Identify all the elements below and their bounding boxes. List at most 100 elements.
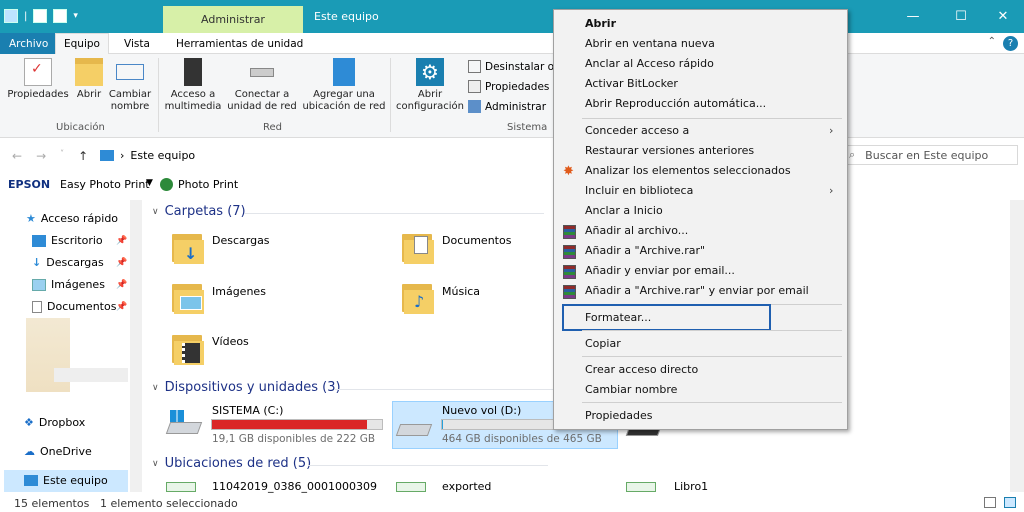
recent-chevron-icon[interactable]: ˅ xyxy=(60,149,64,163)
tab-equipo[interactable]: Equipo xyxy=(55,33,109,55)
drive-name[interactable]: SISTEMA (C:) xyxy=(212,404,283,417)
conectar-unidad-red-button[interactable]: Conectar a unidad de red xyxy=(226,58,298,113)
group-header-dispositivos[interactable]: ∨ Dispositivos y unidades (3) xyxy=(152,380,341,395)
large-icons-view-icon[interactable] xyxy=(1004,497,1016,508)
new-folder-icon[interactable] xyxy=(53,9,68,23)
excel-file-icon[interactable] xyxy=(396,482,426,492)
group-header-label: Dispositivos y unidades (3) xyxy=(164,380,341,395)
sidebar-item-descargas[interactable]: ↓ Descargas xyxy=(32,256,104,269)
menu-item-formatear[interactable]: Formatear... xyxy=(585,311,651,324)
close-button[interactable]: ✕ xyxy=(980,0,1024,33)
folder-name[interactable]: Música xyxy=(442,285,480,298)
abrir-button[interactable]: Abrir xyxy=(74,58,104,101)
menu-item-restaurar-versiones[interactable]: Restaurar versiones anteriores xyxy=(585,144,754,157)
menu-item-reproduccion-automatica[interactable]: Abrir Reproducción automática... xyxy=(585,97,766,110)
agregar-ubicacion-red-button[interactable]: Agregar una ubicación de red xyxy=(302,58,386,113)
help-icon[interactable]: ? xyxy=(1003,36,1018,51)
excel-file-icon[interactable] xyxy=(166,482,196,492)
menu-item-abrir-ventana-nueva[interactable]: Abrir en ventana nueva xyxy=(585,37,715,50)
properties-icon[interactable] xyxy=(33,9,48,23)
menu-item-copiar[interactable]: Copiar xyxy=(585,337,621,350)
menu-item-anclar-acceso-rapido[interactable]: Anclar al Acceso rápido xyxy=(585,57,714,70)
group-header-ubicaciones[interactable]: ∨ Ubicaciones de red (5) xyxy=(152,456,311,471)
menu-item-abrir[interactable]: Abrir xyxy=(585,17,616,30)
sidebar-item-label: Descargas xyxy=(46,256,104,269)
content-scrollbar[interactable] xyxy=(1010,200,1024,492)
details-view-icon[interactable] xyxy=(984,497,996,508)
sidebar-item-acceso-rapido[interactable]: ★ Acceso rápido xyxy=(26,212,118,225)
winrar-icon xyxy=(563,245,576,259)
menu-item-analizar[interactable]: Analizar los elementos seleccionados xyxy=(585,164,791,177)
chevron-up-icon[interactable]: ⌃ xyxy=(988,36,996,47)
propiedades-button[interactable]: ✓ Propiedades xyxy=(7,58,69,101)
sidebar-scrollbar[interactable] xyxy=(130,200,142,492)
abrir-configuracion-button[interactable]: ⚙ Abrir configuración xyxy=(396,58,464,113)
sidebar-item-label: Acceso rápido xyxy=(40,212,119,225)
group-header-carpetas[interactable]: ∨ Carpetas (7) xyxy=(152,204,246,219)
tab-herramientas-de-unidad[interactable]: Herramientas de unidad xyxy=(168,33,311,54)
menu-item-propiedades[interactable]: Propiedades xyxy=(585,409,652,422)
folder-icon[interactable]: ♪ xyxy=(400,280,436,314)
up-icon[interactable]: ↑ xyxy=(78,149,88,163)
sidebar-item-dropbox[interactable]: ❖ Dropbox xyxy=(24,416,85,429)
menu-item-crear-acceso-directo[interactable]: Crear acceso directo xyxy=(585,363,698,376)
pin-icon[interactable]: 📌 xyxy=(116,302,127,312)
menu-item-anadir-enviar-email[interactable]: Añadir y enviar por email... xyxy=(585,264,735,277)
folder-name[interactable]: Imágenes xyxy=(212,285,266,298)
desinstalar-button[interactable]: Desinstalar o c xyxy=(468,60,563,73)
drive-icon[interactable] xyxy=(395,412,433,440)
menu-item-anclar-inicio[interactable]: Anclar a Inicio xyxy=(585,204,663,217)
chevron-down-icon[interactable]: ▼ xyxy=(146,178,153,188)
pin-icon[interactable]: 📌 xyxy=(116,236,127,246)
menu-item-anadir-archivo[interactable]: Añadir al archivo... xyxy=(585,224,688,237)
computer-icon[interactable] xyxy=(4,9,18,23)
easy-photo-print-button[interactable]: Easy Photo Print xyxy=(60,178,150,191)
photo-print-icon xyxy=(160,178,173,191)
sidebar-item-este-equipo[interactable]: Este equipo xyxy=(4,470,128,492)
pin-icon[interactable]: 📌 xyxy=(116,258,127,268)
minimize-button[interactable]: — xyxy=(890,0,936,33)
menu-item-incluir-biblioteca[interactable]: Incluir en biblioteca xyxy=(585,184,693,197)
menu-item-anadir-archive-rar[interactable]: Añadir a "Archive.rar" xyxy=(585,244,705,257)
context-tab-administrar[interactable]: Administrar xyxy=(163,6,303,33)
winrar-icon xyxy=(563,225,576,239)
acceso-multimedia-label: Acceso a multimedia xyxy=(164,89,222,112)
acceso-multimedia-button[interactable]: Acceso a multimedia xyxy=(162,58,224,113)
menu-item-activar-bitlocker[interactable]: Activar BitLocker xyxy=(585,77,678,90)
excel-file-icon[interactable] xyxy=(626,482,656,492)
folder-name[interactable]: Vídeos xyxy=(212,335,249,348)
chevron-down-icon[interactable]: ▾ xyxy=(73,11,78,21)
folder-name[interactable]: Documentos xyxy=(442,234,511,247)
sidebar-item-documentos[interactable]: Documentos xyxy=(32,300,116,313)
pin-icon[interactable]: 📌 xyxy=(116,280,127,290)
network-item-name[interactable]: 11042019_0386_0001000309 xyxy=(212,480,377,493)
desinstalar-label: Desinstalar o c xyxy=(485,60,564,73)
folder-name[interactable]: Descargas xyxy=(212,234,270,247)
ribbon-tab-row: Archivo Equipo Vista Herramientas de uni… xyxy=(0,33,1024,55)
forward-icon[interactable]: → xyxy=(36,149,46,163)
maximize-button[interactable]: ☐ xyxy=(938,0,984,33)
back-icon[interactable]: ← xyxy=(12,149,22,163)
folder-icon[interactable] xyxy=(170,280,206,314)
menu-item-anadir-rar-enviar-email[interactable]: Añadir a "Archive.rar" y enviar por emai… xyxy=(585,284,809,297)
group-label-red: Red xyxy=(263,122,282,133)
tab-archivo[interactable]: Archivo xyxy=(0,33,58,54)
propiedades-sistema-button[interactable]: Propiedades d xyxy=(468,80,559,93)
sidebar-item-onedrive[interactable]: ☁ OneDrive xyxy=(24,445,92,458)
drive-name[interactable]: Nuevo vol (D:) xyxy=(442,404,521,417)
folder-icon[interactable]: ↓ xyxy=(170,230,206,264)
network-item-name[interactable]: exported xyxy=(442,480,491,493)
drive-icon[interactable] xyxy=(165,410,203,438)
menu-item-cambiar-nombre[interactable]: Cambiar nombre xyxy=(585,383,677,396)
photo-print-button[interactable]: Photo Print xyxy=(178,178,238,191)
sidebar-item-escritorio[interactable]: Escritorio xyxy=(32,234,103,247)
folder-icon[interactable] xyxy=(170,331,206,365)
cambiar-nombre-button[interactable]: Cambiar nombre xyxy=(108,58,152,113)
tab-vista[interactable]: Vista xyxy=(116,33,158,54)
administrar-button[interactable]: Administrar xyxy=(468,100,546,113)
network-item-name[interactable]: Libro1 xyxy=(674,480,708,493)
menu-item-conceder-acceso[interactable]: Conceder acceso a xyxy=(585,124,689,137)
sidebar-item-imagenes[interactable]: Imágenes xyxy=(32,278,105,291)
folder-icon[interactable] xyxy=(400,230,436,264)
search-input[interactable]: ⌕ Buscar en Este equipo xyxy=(842,145,1018,165)
